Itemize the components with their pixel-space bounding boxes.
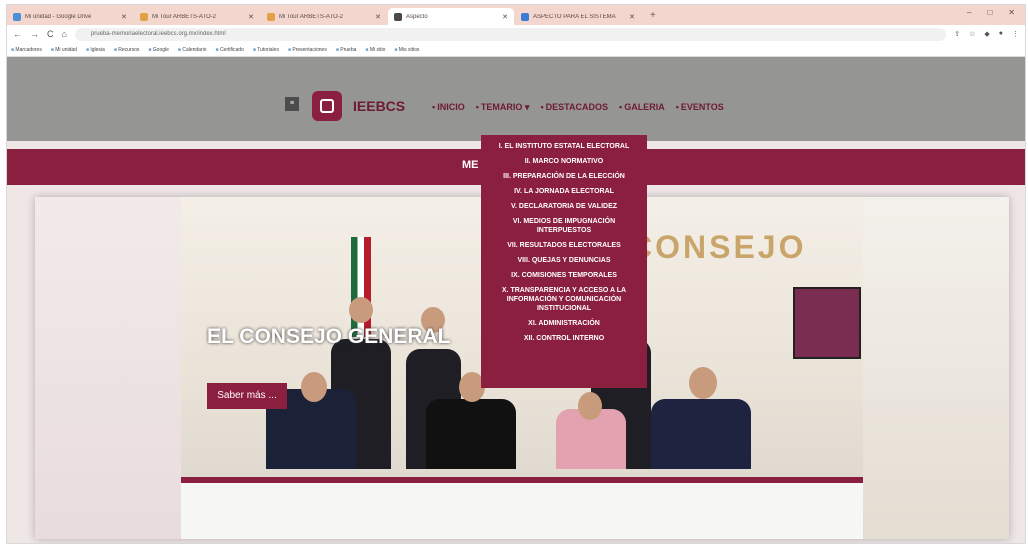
bookmark-item[interactable]: Mi unidad [51, 47, 77, 53]
person-head [301, 372, 327, 402]
dropdown-item[interactable]: XI. ADMINISTRACIÓN [481, 316, 647, 331]
bookmark-item[interactable]: Calendario [178, 47, 206, 53]
close-icon[interactable]: ✕ [248, 13, 254, 21]
council-table [181, 477, 863, 539]
person-head [689, 367, 717, 399]
maximize-button[interactable]: □ [987, 8, 992, 17]
docs-icon [521, 12, 529, 21]
site-icon [140, 12, 148, 21]
dropdown-item[interactable]: VII. RESULTADOS ELECTORALES [481, 238, 647, 253]
person-head [578, 392, 602, 420]
bookmark-item[interactable]: Google [148, 47, 169, 53]
close-icon[interactable]: ✕ [629, 13, 635, 21]
back-icon[interactable]: ← [13, 29, 22, 39]
star-icon[interactable]: ☆ [969, 30, 975, 38]
dropdown-item[interactable]: II. MARCO NORMATIVO [481, 154, 647, 169]
extension-icon[interactable]: ◆ [984, 30, 989, 38]
saber-mas-button[interactable]: Saber más ... [207, 383, 287, 409]
nav-eventos[interactable]: EVENTOS [676, 102, 724, 113]
dropdown-item[interactable]: I. EL INSTITUTO ESTATAL ELECTORAL [481, 139, 647, 154]
dropdown-item[interactable]: XII. CONTROL INTERNO [481, 331, 647, 346]
person [651, 399, 751, 469]
forward-icon[interactable]: → [30, 29, 39, 39]
browser-tab[interactable]: Mi Tour ARBETS-ATO-2 ✕ [261, 8, 387, 25]
carousel-prev-slide[interactable] [35, 197, 181, 539]
site-icon [267, 12, 275, 21]
logo-mark [320, 99, 334, 113]
url-field[interactable]: prueba-memoriaelectoral.ieebcs.org.mx/in… [74, 27, 947, 41]
bookmark-item[interactable]: Tutoriales [253, 47, 279, 53]
profile-icon[interactable]: ● [999, 30, 1003, 38]
bookmark-item[interactable]: Presentaciones [288, 47, 326, 53]
carousel-next-slide[interactable] [863, 197, 1009, 539]
person-head [349, 297, 373, 323]
menu-icon[interactable]: ⋮ [1012, 30, 1019, 38]
bookmark-item[interactable]: Mis sitios [394, 47, 420, 53]
browser-window: Mi unidad - Google Drive ✕ Mi Tour ARBETS… [6, 4, 1026, 544]
ieebcs-logo-icon[interactable] [312, 91, 342, 121]
home-icon[interactable]: ⌂ [62, 29, 67, 39]
dropdown-item[interactable]: V. DECLARATORIA DE VALIDEZ [481, 199, 647, 214]
nav-destacados[interactable]: DESTACADOS [540, 102, 608, 113]
nav-galeria[interactable]: GALERIA [619, 102, 665, 113]
dropdown-item[interactable]: IX. COMISIONES TEMPORALES [481, 268, 647, 283]
drive-icon [13, 12, 21, 21]
window-controls: – □ ✕ [967, 8, 1015, 17]
dropdown-item[interactable]: VI. MEDIOS DE IMPUGNACIÓN INTERPUESTOS [481, 214, 647, 238]
close-icon[interactable]: ✕ [502, 13, 508, 21]
share-icon[interactable]: ⇪ [954, 30, 960, 38]
browser-tab-active[interactable]: Aspecto ✕ [388, 8, 514, 25]
address-bar-row: ← → C ⌂ prueba-memoriaelectoral.ieebcs.o… [7, 25, 1025, 43]
temario-dropdown: I. EL INSTITUTO ESTATAL ELECTORAL II. MA… [481, 135, 647, 388]
tv-screen [793, 287, 861, 359]
new-tab-button[interactable]: + [642, 7, 664, 25]
site-icon [394, 12, 402, 21]
dropdown-item[interactable]: III. PREPARACIÓN DE LA ELECCIÓN [481, 169, 647, 184]
browser-tab[interactable]: Mi unidad - Google Drive ✕ [7, 8, 133, 25]
reload-icon[interactable]: C [47, 29, 54, 39]
bookmark-item[interactable]: Prueba [336, 47, 356, 53]
dropdown-item[interactable]: VIII. QUEJAS Y DENUNCIAS [481, 253, 647, 268]
dropdown-item[interactable]: X. TRANSPARENCIA Y ACCESO A LA INFORMACI… [481, 283, 647, 316]
close-icon[interactable]: ✕ [121, 13, 127, 21]
bookmark-item[interactable]: Iglesia [86, 47, 104, 53]
close-icon[interactable]: ✕ [375, 13, 381, 21]
hero-title: EL CONSEJO GENERAL [207, 325, 451, 348]
bookmark-item[interactable]: Recursos [114, 47, 139, 53]
minimize-button[interactable]: – [967, 8, 971, 17]
strip-title: ME [462, 159, 479, 171]
close-window-button[interactable]: ✕ [1008, 8, 1015, 17]
bookmark-item[interactable]: Certificado [216, 47, 244, 53]
brand-name[interactable]: IEEBCS [353, 98, 405, 114]
tab-strip: Mi unidad - Google Drive ✕ Mi Tour ARBETS… [7, 5, 1025, 25]
browser-tab[interactable]: ASPECTO PARA EL SISTEMA ✕ [515, 8, 641, 25]
browser-tab[interactable]: Mi Tour ARBETS-ATO-2 ✕ [134, 8, 260, 25]
nav-temario[interactable]: TEMARIO ▾ [476, 102, 530, 113]
hamburger-menu-button[interactable]: ≡ [285, 97, 299, 111]
main-nav: INICIO TEMARIO ▾ DESTACADOS GALERIA EVEN… [432, 102, 724, 113]
wall-lettering: CONSEJO [629, 229, 807, 265]
bookmark-item[interactable]: Marcadores [11, 47, 41, 53]
bookmarks-bar: Marcadores Mi unidad Iglesia Recursos Go… [7, 43, 1025, 57]
person [426, 399, 516, 469]
extensions: ⇪ ☆ ◆ ● ⋮ [954, 30, 1019, 38]
nav-inicio[interactable]: INICIO [432, 102, 465, 113]
site-header: ≡ IEEBCS INICIO TEMARIO ▾ DESTACADOS GAL… [7, 57, 1025, 141]
bookmark-item[interactable]: Mi sitio [365, 47, 386, 53]
dropdown-item[interactable]: IV. LA JORNADA ELECTORAL [481, 184, 647, 199]
web-page: ≡ IEEBCS INICIO TEMARIO ▾ DESTACADOS GAL… [7, 57, 1025, 543]
